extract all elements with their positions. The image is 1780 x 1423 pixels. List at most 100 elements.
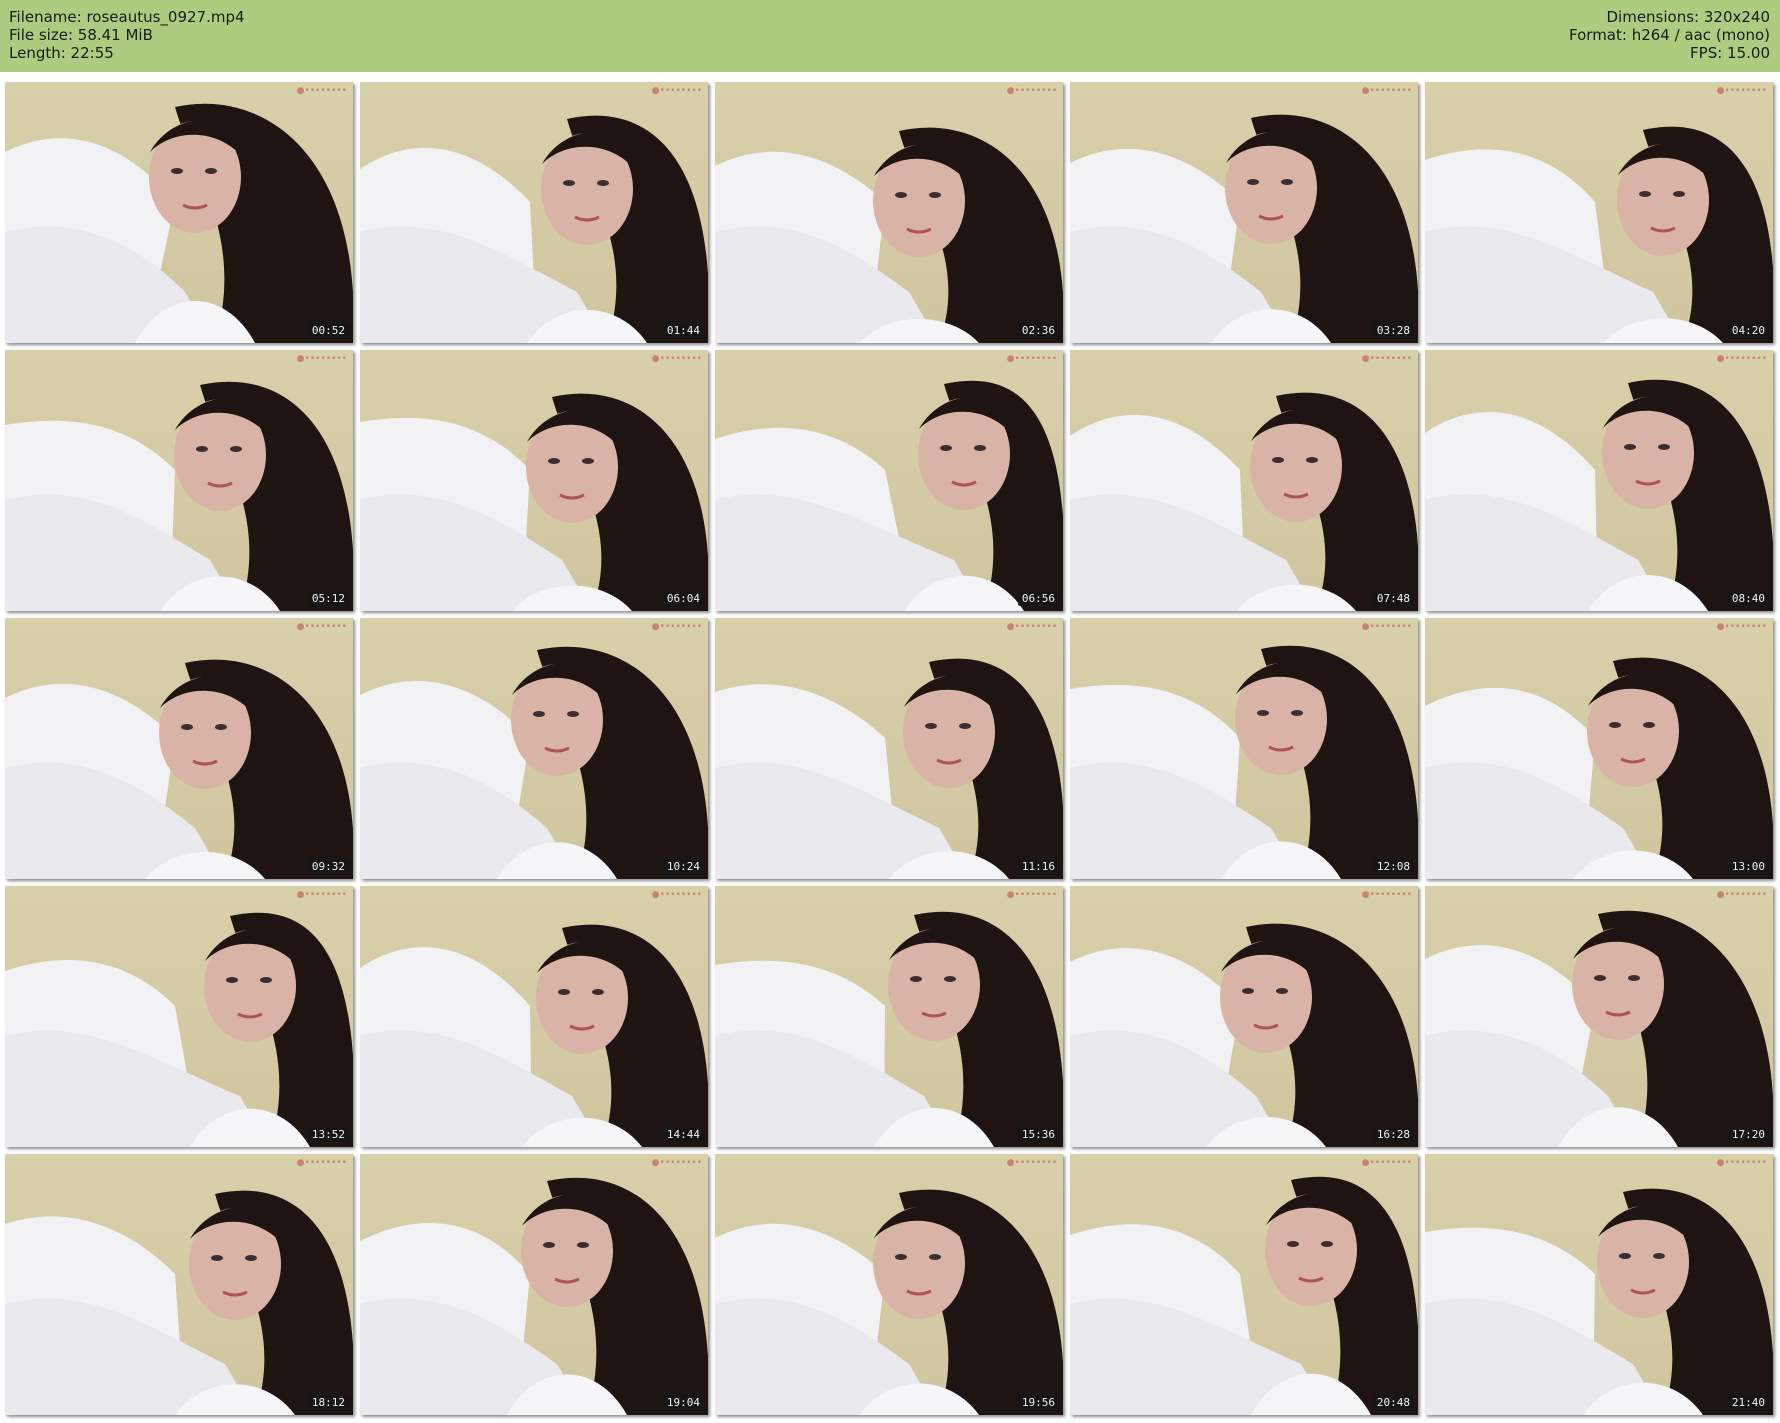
- length-text: Length: 22:55: [9, 44, 114, 62]
- frame-timestamp: 15:36: [1017, 1127, 1059, 1142]
- frame-image: [1425, 886, 1773, 1147]
- watermark-mark: ●••••••••: [1716, 354, 1767, 364]
- frame-timestamp: 13:52: [307, 1127, 349, 1142]
- video-info-header: Filename: roseautus_0927.mp4 File size: …: [0, 0, 1780, 72]
- video-frame-thumbnail: ●•••••••• 16:28: [1070, 886, 1418, 1147]
- frame-timestamp: 17:20: [1727, 1127, 1769, 1142]
- frame-timestamp: 11:16: [1017, 859, 1059, 874]
- frame-timestamp: 06:56: [1017, 591, 1059, 606]
- frame-image: [1425, 618, 1773, 879]
- video-frame-thumbnail: ●•••••••• 10:24: [360, 618, 708, 879]
- frame-image: [5, 350, 353, 611]
- video-frame-thumbnail: ●•••••••• 01:44: [360, 82, 708, 343]
- frame-image: [360, 886, 708, 1147]
- watermark-mark: ●••••••••: [1716, 890, 1767, 900]
- video-frame-thumbnail: ●•••••••• 09:32: [5, 618, 353, 879]
- frame-image: [1425, 82, 1773, 343]
- frame-timestamp: 13:00: [1727, 859, 1769, 874]
- watermark-mark: ●••••••••: [1361, 354, 1412, 364]
- file-info: Filename: roseautus_0927.mp4 File size: …: [9, 8, 245, 62]
- watermark-mark: ●••••••••: [1006, 86, 1057, 96]
- frame-timestamp: 14:44: [662, 1127, 704, 1142]
- frame-image: [715, 618, 1063, 879]
- frame-image: [715, 82, 1063, 343]
- frame-image: [360, 618, 708, 879]
- frame-image: [5, 886, 353, 1147]
- frame-timestamp: 06:04: [662, 591, 704, 606]
- frame-image: [1070, 1154, 1418, 1415]
- frame-timestamp: 20:48: [1372, 1395, 1414, 1410]
- watermark-mark: ●••••••••: [1006, 1158, 1057, 1168]
- watermark-mark: ●••••••••: [1361, 890, 1412, 900]
- frame-image: [1425, 1154, 1773, 1415]
- video-frame-thumbnail: ●•••••••• 06:56: [715, 350, 1063, 611]
- watermark-mark: ●••••••••: [1006, 890, 1057, 900]
- frame-timestamp: 01:44: [662, 323, 704, 338]
- frame-image: [360, 82, 708, 343]
- stream-info: Dimensions: 320x240 Format: h264 / aac (…: [1569, 8, 1770, 62]
- frame-timestamp: 19:04: [662, 1395, 704, 1410]
- watermark-mark: ●••••••••: [296, 354, 347, 364]
- video-frame-thumbnail: ●•••••••• 12:08: [1070, 618, 1418, 879]
- frame-image: [360, 350, 708, 611]
- frame-timestamp: 05:12: [307, 591, 349, 606]
- watermark-mark: ●••••••••: [1716, 86, 1767, 96]
- frame-image: [715, 886, 1063, 1147]
- video-frame-thumbnail: ●•••••••• 00:52: [5, 82, 353, 343]
- watermark-mark: ●••••••••: [296, 890, 347, 900]
- video-frame-thumbnail: ●•••••••• 07:48: [1070, 350, 1418, 611]
- video-frame-thumbnail: ●•••••••• 14:44: [360, 886, 708, 1147]
- watermark-mark: ●••••••••: [1361, 86, 1412, 96]
- frame-image: [1070, 618, 1418, 879]
- video-frame-thumbnail: ●•••••••• 13:00: [1425, 618, 1773, 879]
- video-frame-thumbnail: ●•••••••• 06:04: [360, 350, 708, 611]
- video-frame-thumbnail: ●•••••••• 21:40: [1425, 1154, 1773, 1415]
- frame-timestamp: 19:56: [1017, 1395, 1059, 1410]
- video-frame-thumbnail: ●•••••••• 02:36: [715, 82, 1063, 343]
- watermark-mark: ●••••••••: [1006, 354, 1057, 364]
- frame-timestamp: 02:36: [1017, 323, 1059, 338]
- video-frame-thumbnail: ●•••••••• 17:20: [1425, 886, 1773, 1147]
- fps-text: FPS: 15.00: [1690, 44, 1770, 62]
- frame-timestamp: 07:48: [1372, 591, 1414, 606]
- watermark-mark: ●••••••••: [1006, 622, 1057, 632]
- format-text: Format: h264 / aac (mono): [1569, 26, 1770, 44]
- frame-image: [5, 1154, 353, 1415]
- frame-timestamp: 10:24: [662, 859, 704, 874]
- watermark-mark: ●••••••••: [651, 622, 702, 632]
- filesize-text: File size: 58.41 MiB: [9, 26, 153, 44]
- video-frame-thumbnail: ●•••••••• 13:52: [5, 886, 353, 1147]
- watermark-mark: ●••••••••: [296, 622, 347, 632]
- thumbnail-grid: ●•••••••• 00:52 ●•••••••• 01:44 ●•••••••…: [0, 72, 1780, 1423]
- watermark-mark: ●••••••••: [1361, 1158, 1412, 1168]
- watermark-mark: ●••••••••: [1361, 622, 1412, 632]
- video-frame-thumbnail: ●•••••••• 18:12: [5, 1154, 353, 1415]
- frame-timestamp: 03:28: [1372, 323, 1414, 338]
- filename-text: Filename: roseautus_0927.mp4: [9, 8, 245, 26]
- frame-timestamp: 08:40: [1727, 591, 1769, 606]
- frame-timestamp: 12:08: [1372, 859, 1414, 874]
- video-frame-thumbnail: ●•••••••• 11:16: [715, 618, 1063, 879]
- frame-image: [1425, 350, 1773, 611]
- watermark-mark: ●••••••••: [651, 1158, 702, 1168]
- frame-timestamp: 09:32: [307, 859, 349, 874]
- frame-image: [715, 350, 1063, 611]
- frame-image: [360, 1154, 708, 1415]
- video-frame-thumbnail: ●•••••••• 08:40: [1425, 350, 1773, 611]
- watermark-mark: ●••••••••: [1716, 1158, 1767, 1168]
- watermark-mark: ●••••••••: [651, 890, 702, 900]
- video-frame-thumbnail: ●•••••••• 20:48: [1070, 1154, 1418, 1415]
- video-frame-thumbnail: ●•••••••• 19:56: [715, 1154, 1063, 1415]
- watermark-mark: ●••••••••: [651, 86, 702, 96]
- frame-timestamp: 21:40: [1727, 1395, 1769, 1410]
- watermark-mark: ●••••••••: [651, 354, 702, 364]
- video-frame-thumbnail: ●•••••••• 05:12: [5, 350, 353, 611]
- watermark-mark: ●••••••••: [1716, 622, 1767, 632]
- frame-image: [1070, 886, 1418, 1147]
- watermark-mark: ●••••••••: [296, 86, 347, 96]
- frame-image: [715, 1154, 1063, 1415]
- frame-timestamp: 18:12: [307, 1395, 349, 1410]
- video-frame-thumbnail: ●•••••••• 15:36: [715, 886, 1063, 1147]
- video-frame-thumbnail: ●•••••••• 04:20: [1425, 82, 1773, 343]
- frame-image: [5, 618, 353, 879]
